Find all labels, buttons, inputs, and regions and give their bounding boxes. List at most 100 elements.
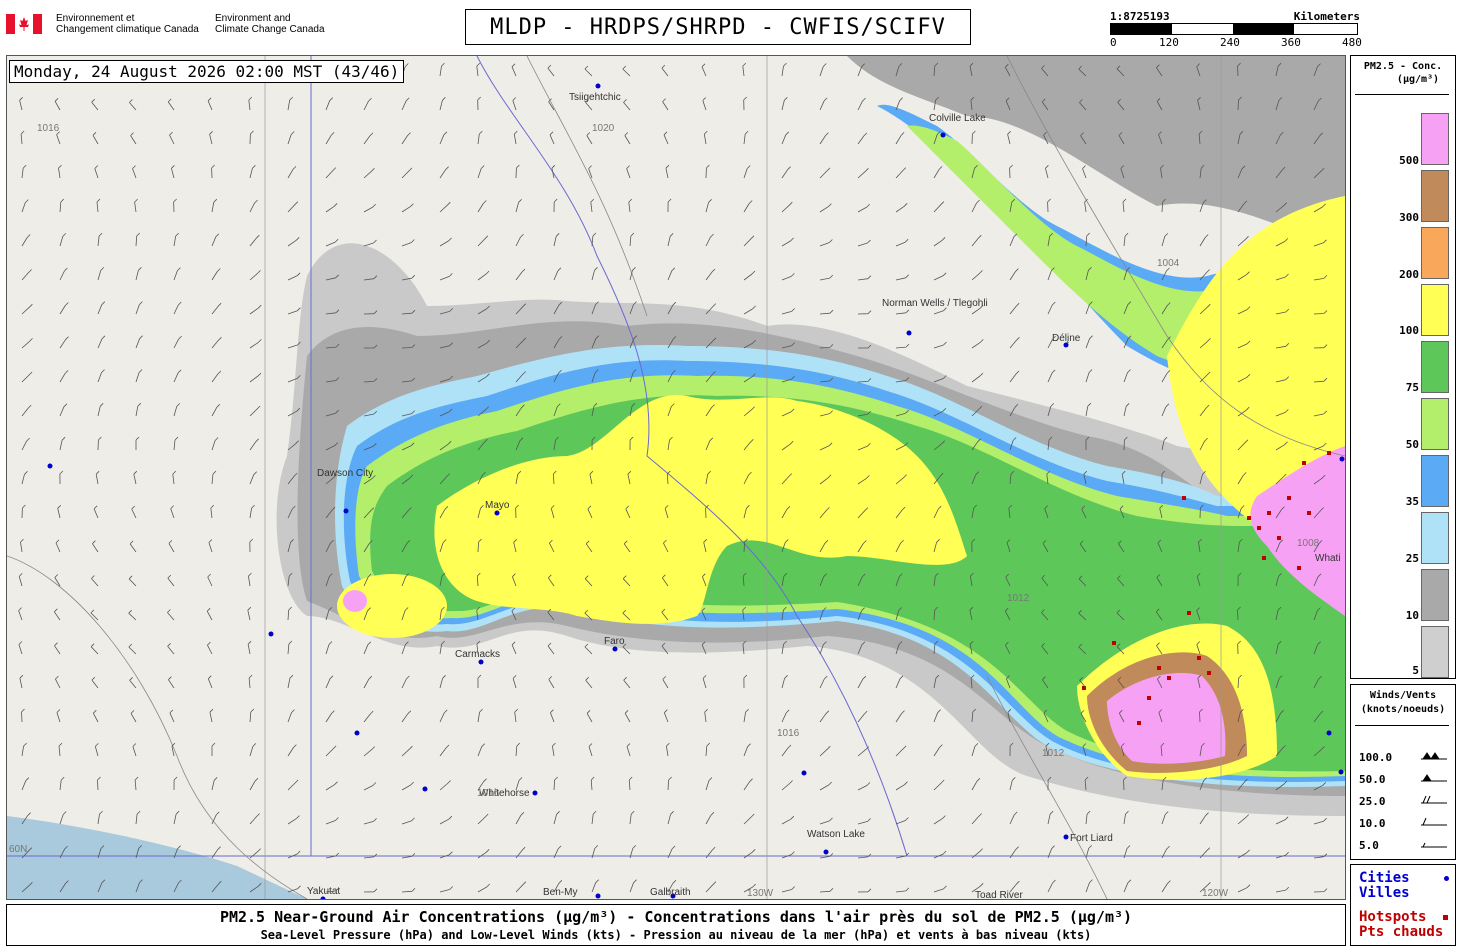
wind-barb [132, 165, 137, 179]
wind-barb [781, 780, 793, 791]
place-label: Whati [1315, 553, 1341, 564]
wind-barb [167, 98, 175, 111]
wind-barb [1009, 164, 1013, 179]
scale-tick-120: 120 [1159, 36, 1179, 49]
wind-barb [325, 641, 333, 655]
wind-barb [553, 198, 558, 213]
wind-barb [287, 201, 299, 213]
wind-barb [1009, 337, 1020, 349]
wind-barb [91, 676, 99, 689]
wind-barb [363, 675, 373, 689]
wind-barb [515, 881, 527, 893]
wind-barb [439, 815, 453, 825]
wind-barb [168, 540, 175, 553]
wind-barb [325, 675, 334, 689]
wind-barb [586, 710, 593, 723]
wind-barb [401, 781, 414, 791]
isobar-label: 1016 [37, 123, 60, 134]
wind-barb [325, 781, 338, 791]
wind-barb [249, 304, 262, 315]
org-name-en: Environment and Climate Change Canada [215, 13, 325, 35]
wind-barb [743, 849, 756, 859]
wind-barb [624, 132, 631, 145]
wind-barb [1047, 879, 1056, 893]
wind-barb [477, 849, 490, 859]
wind-barb [21, 471, 28, 485]
place-label: Norman Wells / Tlegohli [882, 298, 988, 309]
wind-barb [513, 130, 518, 145]
wind-barb [1047, 301, 1056, 315]
wind-barb [705, 777, 713, 791]
wind-barb [1237, 849, 1250, 859]
wind-barb [548, 676, 555, 689]
wind-barb [1009, 811, 1018, 825]
wind-barb [129, 99, 137, 111]
wind-barb [1237, 884, 1251, 893]
wind-barb [249, 405, 261, 417]
wind-barb [933, 744, 943, 757]
isobar-label: 1012 [1007, 593, 1030, 604]
wind-barb [743, 708, 749, 723]
wind-barb [18, 607, 23, 621]
wind-barb [550, 709, 555, 723]
wind-barb [97, 776, 101, 791]
wind-barb [19, 674, 24, 689]
wind-legend-title: Winds/Vents (knots/noeuds) [1360, 690, 1446, 715]
isobar-label: 1012 [1042, 748, 1065, 759]
wind-barb [167, 609, 175, 621]
wind-barb [439, 201, 451, 213]
graticule-label: 60N [9, 844, 27, 855]
wind-barb [819, 309, 834, 315]
wind-barb [1123, 403, 1130, 417]
wind-barb [363, 710, 374, 723]
wind-barb [439, 780, 451, 791]
map-canvas[interactable]: Tsiigehtchic Colville Lake Norman Wells … [6, 55, 1346, 900]
wind-barb [168, 676, 175, 689]
wind-barb [18, 573, 23, 587]
wind-barb [781, 97, 788, 111]
org-name-fr: Environnement et Changement climatique C… [56, 13, 199, 35]
wind-barb [476, 62, 481, 77]
wind-barb [591, 879, 599, 893]
wind-barb [210, 504, 215, 519]
wind-barb [551, 164, 556, 179]
wind-barb [971, 234, 982, 247]
wind-barb [59, 302, 69, 315]
wind-barb [819, 239, 833, 247]
wind-barb [439, 886, 453, 893]
isobar-label: 1008 [1297, 538, 1320, 549]
wind-barb [325, 238, 339, 247]
wind-barb [401, 97, 410, 111]
wind-barb [666, 742, 670, 757]
wind-barb [591, 810, 597, 825]
wind-barb [21, 777, 30, 791]
wind-barb [401, 710, 412, 723]
wind-barb [249, 778, 259, 791]
legend-swatch-35 [1421, 455, 1449, 507]
wind-barb [971, 743, 979, 757]
wind-barb [819, 710, 830, 723]
legend-label: 300 [1399, 211, 1419, 224]
wind-barb [819, 203, 832, 213]
wind-barb [19, 97, 23, 111]
wind-barb [622, 65, 631, 77]
wind-barb [94, 165, 99, 179]
wind-barb [59, 403, 68, 417]
wind-barb [971, 813, 982, 825]
wind-barb [857, 132, 868, 145]
wind-barb [209, 131, 213, 145]
wind-barb [97, 335, 106, 349]
wind-barb [401, 203, 414, 213]
wind-barb [662, 676, 669, 689]
wind-barb [933, 237, 946, 247]
wind-barb [781, 886, 795, 893]
wind-barb [249, 708, 255, 723]
wind-barb [477, 270, 490, 281]
wind-barb [819, 675, 828, 689]
wind-barb [857, 746, 869, 757]
wind-barb [97, 232, 103, 247]
wind-barb [169, 709, 175, 723]
wind-barb [1085, 810, 1091, 825]
wind-barb [781, 709, 790, 723]
wind-barb [553, 233, 560, 247]
